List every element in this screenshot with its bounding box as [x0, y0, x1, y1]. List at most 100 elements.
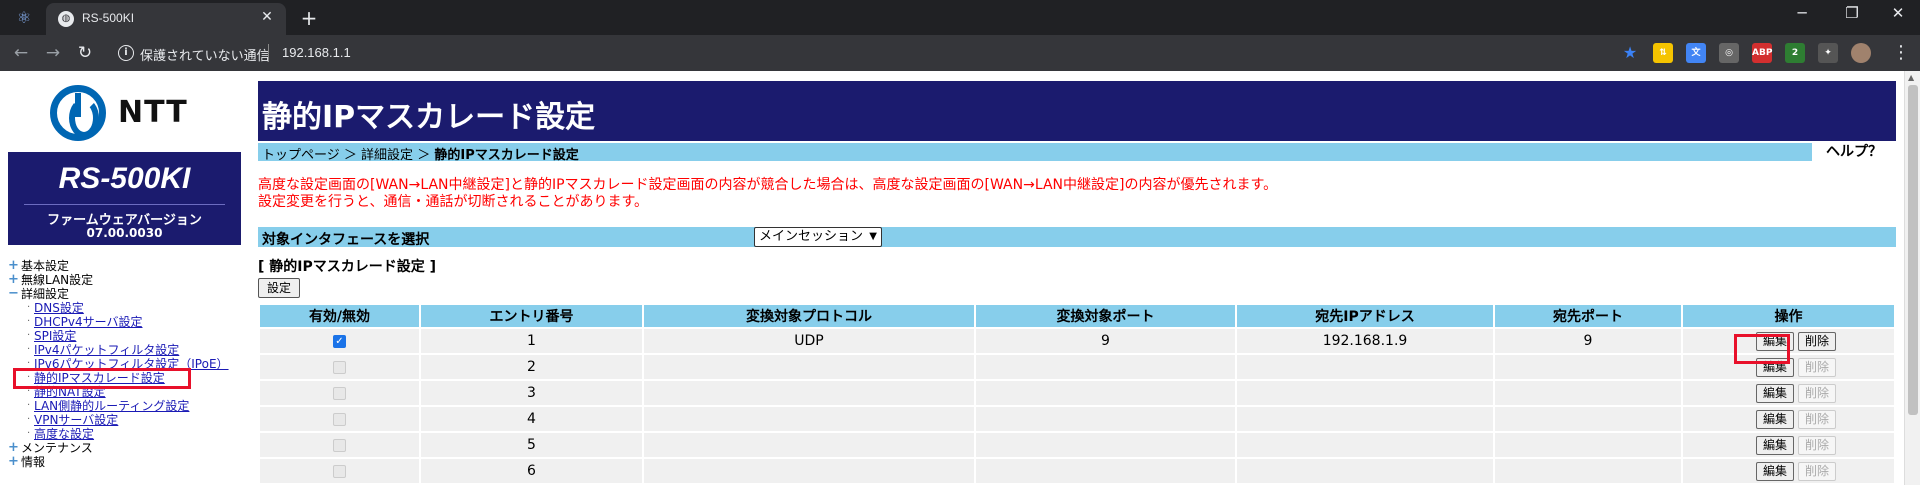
sidebar-link[interactable]: DHCPv4サーバ設定	[34, 315, 143, 329]
port-cell	[976, 459, 1235, 483]
window-close-icon[interactable]: ✕	[1878, 4, 1918, 22]
delete-button[interactable]: 削除	[1797, 435, 1836, 455]
dest-ip-cell	[1237, 433, 1493, 457]
scroll-up-icon[interactable]: ▲	[1908, 73, 1914, 82]
sidebar-category-label[interactable]: 詳細設定	[21, 287, 69, 301]
dest-port-cell	[1495, 381, 1681, 405]
back-icon[interactable]: ←	[10, 42, 32, 64]
warning-message: 高度な設定画面の[WAN→LAN中継設定]と静的IPマスカレード設定画面の内容が…	[258, 177, 1277, 211]
delete-button[interactable]: 削除	[1797, 331, 1836, 351]
help-link[interactable]: ヘルプ？	[1812, 143, 1896, 161]
warning-line-2: 設定変更を行うと、通信・通話が切断されることがあります。	[258, 194, 649, 210]
set-button[interactable]: 設定	[258, 278, 300, 298]
expand-plus-icon[interactable]: +	[8, 441, 19, 454]
sidebar-category-label[interactable]: 基本設定	[21, 259, 69, 273]
sidebar-category-label[interactable]: 情報	[21, 455, 45, 469]
reload-icon[interactable]: ↻	[74, 42, 96, 64]
sidebar-link[interactable]: DNS設定	[34, 301, 84, 315]
protocol-cell: UDP	[644, 329, 974, 353]
tab-close-icon[interactable]: ✕	[258, 9, 276, 25]
enabled-cell	[260, 407, 419, 431]
sidebar-category[interactable]: + 無線LAN設定	[0, 273, 250, 287]
sidebar-category-label[interactable]: メンテナンス	[21, 441, 93, 455]
extension-2-icon[interactable]: ◎	[1719, 43, 1739, 63]
enabled-checkbox[interactable]: ✓	[333, 334, 346, 348]
ntt-logo: NTT	[50, 85, 210, 145]
edit-button[interactable]: 編集	[1755, 435, 1794, 455]
url-text[interactable]: 192.168.1.1	[282, 45, 351, 60]
sidebar-link[interactable]: SPI設定	[34, 329, 76, 343]
collapse-minus-icon[interactable]: −	[8, 287, 19, 300]
sidebar-link[interactable]: IPv4パケットフィルタ設定	[34, 343, 179, 357]
dest-port-cell: 9	[1495, 329, 1681, 353]
new-tab-button[interactable]: +	[296, 5, 322, 31]
adblock-icon[interactable]: ABP	[1752, 43, 1772, 63]
enabled-checkbox[interactable]	[333, 438, 346, 452]
sidebar-category[interactable]: − 詳細設定	[0, 287, 250, 301]
interface-select-bar: 対象インタフェースを選択	[258, 227, 1896, 248]
table-row: ✓ 1 UDP 9 192.168.1.9 9 編集 削除	[260, 329, 1894, 353]
delete-button[interactable]: 削除	[1797, 461, 1836, 481]
sidebar-category[interactable]: + 情報	[0, 455, 250, 469]
profile-avatar-icon[interactable]	[1851, 43, 1871, 63]
translate-icon[interactable]: 文	[1686, 43, 1706, 63]
browser-tab[interactable]: ◍ RS-500KI ✕	[46, 3, 286, 35]
scroll-thumb[interactable]	[1908, 85, 1918, 415]
info-icon[interactable]: i	[118, 45, 134, 61]
browser-toolbar: ← → ↻ i 保護されていない通信 192.168.1.1 ★ ⇅ 文 ◎ ABP 2 ✦…	[0, 35, 1920, 71]
bullet-icon: ·	[27, 428, 31, 439]
enabled-checkbox[interactable]	[333, 386, 346, 400]
col-dest-port: 宛先ポート	[1495, 305, 1681, 327]
edit-button[interactable]: 編集	[1755, 383, 1794, 403]
extension-1-icon[interactable]: ⇅	[1653, 43, 1673, 63]
address-bar[interactable]: i 保護されていない通信 192.168.1.1	[110, 40, 1640, 66]
atom-app-icon[interactable]: ⚛	[14, 8, 34, 28]
enabled-checkbox[interactable]	[333, 464, 346, 478]
breadcrumb-detail[interactable]: 詳細設定	[361, 148, 413, 163]
enabled-checkbox[interactable]	[333, 360, 346, 374]
table-row: 4 編集 削除	[260, 407, 1894, 431]
bullet-icon: ·	[27, 330, 31, 341]
bullet-icon: ·	[27, 344, 31, 355]
sidebar-link[interactable]: LAN側静的ルーティング設定	[34, 399, 189, 413]
edit-button[interactable]: 編集	[1755, 461, 1794, 481]
expand-plus-icon[interactable]: +	[8, 259, 19, 272]
sidebar-item[interactable]: · 高度な設定	[0, 427, 250, 441]
entry-number: 4	[421, 407, 642, 431]
interface-select[interactable]: メインセッション ▼	[754, 227, 882, 247]
warning-line-1: 高度な設定画面の[WAN→LAN中継設定]と静的IPマスカレード設定画面の内容が…	[258, 177, 1278, 193]
forward-icon[interactable]: →	[42, 42, 64, 64]
sidebar-category-label[interactable]: 無線LAN設定	[21, 273, 93, 287]
page-scrollbar[interactable]: ▲	[1904, 71, 1920, 485]
sidebar-link[interactable]: 高度な設定	[34, 427, 94, 441]
dest-ip-cell: 192.168.1.9	[1237, 329, 1493, 353]
breadcrumb-text: トップページ ＞ 詳細設定 ＞ 静的IPマスカレード設定	[262, 144, 579, 163]
extension-3-icon[interactable]: 2	[1785, 43, 1805, 63]
sidebar-item[interactable]: · SPI設定	[0, 329, 250, 343]
enabled-checkbox[interactable]	[333, 412, 346, 426]
expand-plus-icon[interactable]: +	[8, 273, 19, 286]
breadcrumb-current: 静的IPマスカレード設定	[434, 148, 579, 163]
bookmark-star-icon[interactable]: ★	[1620, 43, 1640, 63]
model-name: RS-500KI	[58, 162, 191, 195]
minimize-icon[interactable]: ─	[1782, 4, 1822, 22]
restore-icon[interactable]: ❐	[1832, 4, 1872, 22]
sidebar-item[interactable]: · LAN側静的ルーティング設定	[0, 399, 250, 413]
sidebar-item[interactable]: · VPNサーバ設定	[0, 413, 250, 427]
puzzle-icon[interactable]: ✦	[1818, 43, 1838, 63]
dest-port-cell	[1495, 459, 1681, 483]
sidebar-link[interactable]: VPNサーバ設定	[34, 413, 118, 427]
browser-menu-icon[interactable]: ⋮	[1890, 42, 1912, 64]
sidebar-category[interactable]: + 基本設定	[0, 259, 250, 273]
sidebar-item[interactable]: · DNS設定	[0, 301, 250, 315]
sidebar-category[interactable]: + メンテナンス	[0, 441, 250, 455]
delete-button[interactable]: 削除	[1797, 357, 1836, 377]
sidebar-item[interactable]: · DHCPv4サーバ設定	[0, 315, 250, 329]
expand-plus-icon[interactable]: +	[8, 455, 19, 468]
sidebar-item[interactable]: · IPv4パケットフィルタ設定	[0, 343, 250, 357]
delete-button[interactable]: 削除	[1797, 383, 1836, 403]
breadcrumb-separator: ＞	[343, 148, 357, 163]
breadcrumb-top[interactable]: トップページ	[262, 148, 340, 163]
delete-button[interactable]: 削除	[1797, 409, 1836, 429]
edit-button[interactable]: 編集	[1755, 409, 1794, 429]
